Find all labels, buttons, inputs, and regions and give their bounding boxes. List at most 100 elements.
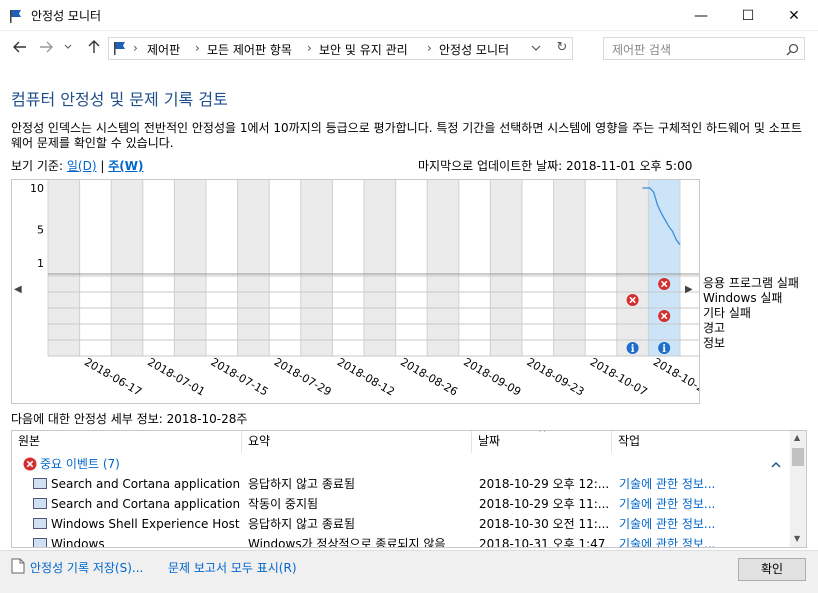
row-date: 2018-10-29 오후 11:... xyxy=(479,497,610,511)
page-title: 컴퓨터 안정성 및 문제 기록 검토 xyxy=(11,90,228,109)
details-title: 다음에 대한 안정성 세부 정보: 2018-10-28주 xyxy=(11,412,248,426)
search-box[interactable]: 제어판 검색 xyxy=(603,37,805,60)
table-row[interactable]: Windows Shell Experience Host 응답하지 않고 종료… xyxy=(12,514,791,534)
recent-locations-chevron-icon[interactable] xyxy=(62,37,74,57)
close-button[interactable]: ✕ xyxy=(771,0,817,31)
chart-column xyxy=(648,180,680,356)
x-tick-label: 2018-10-21 xyxy=(651,355,700,398)
breadcrumb-control-panel[interactable]: 제어판 xyxy=(147,41,180,58)
save-document-icon xyxy=(11,558,25,574)
up-arrow-icon[interactable] xyxy=(84,37,104,57)
search-icon[interactable] xyxy=(786,43,799,56)
last-updated: 마지막으로 업데이트한 날짜: 2018-11-01 오후 5:00 xyxy=(418,159,693,173)
breadcrumb-separator-icon: › xyxy=(195,41,200,55)
x-tick-label: 2018-06-17 xyxy=(82,355,144,398)
address-bar[interactable]: › 제어판 › 모든 제어판 항목 › 보안 및 유지 관리 › 안정성 모니터… xyxy=(108,37,573,60)
chart-column xyxy=(332,180,364,356)
row-label-misc-failure: 기타 실패 xyxy=(703,306,751,320)
group-header-critical[interactable]: 중요 이벤트 (7) xyxy=(12,454,791,474)
view-day-link[interactable]: 일(D) xyxy=(67,159,97,173)
row-action-link[interactable]: 기술에 관한 정보... xyxy=(619,494,789,514)
chart-column xyxy=(458,180,491,356)
x-tick-label: 2018-09-09 xyxy=(461,355,523,398)
row-summary: 작동이 중지됨 xyxy=(248,497,319,511)
table-row[interactable]: Search and Cortana application 작동이 중지됨 2… xyxy=(12,494,791,514)
ok-button[interactable]: 확인 xyxy=(738,558,806,581)
y-tick-label: 5 xyxy=(37,224,44,237)
table-row[interactable]: Windows Windows가 정상적으로 종료되지 않음 2018-10-3… xyxy=(12,534,791,548)
x-tick-label: 2018-09-23 xyxy=(525,355,587,398)
scroll-up-icon[interactable]: ▲ xyxy=(794,433,800,442)
info-event-icon-i: i xyxy=(631,344,635,355)
scroll-left-icon[interactable]: ◀ xyxy=(14,284,22,295)
breadcrumb-reliability-monitor[interactable]: 안정성 모니터 xyxy=(439,41,509,58)
info-event-icon-i: i xyxy=(662,344,666,355)
chart-column xyxy=(585,180,617,356)
critical-error-icon xyxy=(23,457,37,471)
chart-column xyxy=(395,180,428,356)
chart-column xyxy=(616,180,649,356)
chart-column xyxy=(79,180,112,356)
collapse-group-icon[interactable] xyxy=(771,461,781,468)
x-tick-label: 2018-08-26 xyxy=(398,355,460,398)
application-icon xyxy=(33,498,47,509)
chart-column xyxy=(522,180,554,356)
view-all-reports-link[interactable]: 문제 보고서 모두 표시(R) xyxy=(168,559,297,576)
row-summary: 응답하지 않고 종료됨 xyxy=(248,517,355,531)
scroll-down-icon[interactable]: ▼ xyxy=(794,534,800,543)
details-scrollbar[interactable]: ▲ ▼ xyxy=(790,431,806,547)
minimize-button[interactable]: — xyxy=(678,0,724,31)
row-label-warning: 경고 xyxy=(703,321,726,335)
row-label-information: 정보 xyxy=(703,336,726,350)
group-label: 중요 이벤트 (7) xyxy=(40,457,120,471)
chart-column xyxy=(427,180,459,356)
row-label-windows-failure: Windows 실패 xyxy=(703,291,783,305)
breadcrumb-all-items[interactable]: 모든 제어판 항목 xyxy=(207,41,292,58)
y-tick-label: 1 xyxy=(37,257,44,270)
column-header-action[interactable]: 작업 xyxy=(612,431,791,453)
scrollbar-thumb[interactable] xyxy=(792,448,804,466)
row-action-link[interactable]: 기술에 관한 정보... xyxy=(619,514,789,534)
chart-column xyxy=(300,180,333,356)
reliability-chart[interactable]: 10 5 1 i i 2018-06-17 2018-07-01 2018-07-15 2018… xyxy=(11,179,700,404)
application-icon xyxy=(33,538,47,547)
refresh-icon[interactable]: ↻ xyxy=(553,40,571,58)
chart-column xyxy=(174,180,206,356)
application-icon xyxy=(33,518,47,529)
x-tick-label: 2018-10-07 xyxy=(588,355,650,398)
x-tick-label: 2018-07-01 xyxy=(145,355,207,398)
breadcrumb-separator-icon: › xyxy=(307,41,312,55)
x-tick-label: 2018-07-29 xyxy=(272,355,334,398)
column-header-summary[interactable]: 요약 xyxy=(242,431,472,453)
forward-icon[interactable] xyxy=(36,37,56,57)
back-icon[interactable] xyxy=(10,37,30,57)
view-week-link[interactable]: 주(W) xyxy=(108,159,143,173)
breadcrumb-security-maintenance[interactable]: 보안 및 유지 관리 xyxy=(319,41,408,58)
table-row[interactable]: Search and Cortana application 응답하지 않고 종… xyxy=(12,474,791,494)
control-panel-flag-icon xyxy=(114,42,125,55)
application-icon xyxy=(33,478,47,489)
y-tick-label: 10 xyxy=(30,182,44,195)
row-source: Search and Cortana application xyxy=(51,497,241,511)
maximize-button[interactable]: ☐ xyxy=(725,0,771,31)
address-dropdown-icon[interactable] xyxy=(529,42,543,56)
row-action-link[interactable]: 기술에 관한 정보... xyxy=(619,534,789,547)
chart-column xyxy=(553,180,586,356)
row-date: 2018-10-30 오전 11:... xyxy=(479,517,610,531)
search-input[interactable]: 제어판 검색 xyxy=(612,41,671,58)
page-description: 안정성 인덱스는 시스템의 전반적인 안정성을 1에서 10까지의 등급으로 평… xyxy=(11,121,802,150)
reliability-chart-svg: 1051i i2018-06-17 2018-07-01 2018-07-15 2018… xyxy=(30,180,700,399)
chart-column xyxy=(142,180,175,356)
row-source: Windows Shell Experience Host xyxy=(51,517,240,531)
save-history-link[interactable]: 안정성 기록 저장(S)... xyxy=(30,559,143,576)
column-header-source[interactable]: 원본 xyxy=(12,431,242,453)
row-date: 2018-10-29 오후 12:... xyxy=(479,477,610,491)
chart-column xyxy=(237,180,270,356)
row-action-link[interactable]: 기술에 관한 정보... xyxy=(619,474,789,494)
breadcrumb-separator-icon: › xyxy=(427,41,432,55)
chart-column xyxy=(490,180,522,356)
view-by-bar: 보기 기준: 일(D) | 주(W) xyxy=(11,157,143,174)
row-label-app-failure: 응용 프로그램 실패 xyxy=(703,276,799,290)
row-date: 2018-10-31 오후 1:47 xyxy=(479,537,606,548)
scroll-right-icon[interactable]: ▶ xyxy=(685,284,693,295)
